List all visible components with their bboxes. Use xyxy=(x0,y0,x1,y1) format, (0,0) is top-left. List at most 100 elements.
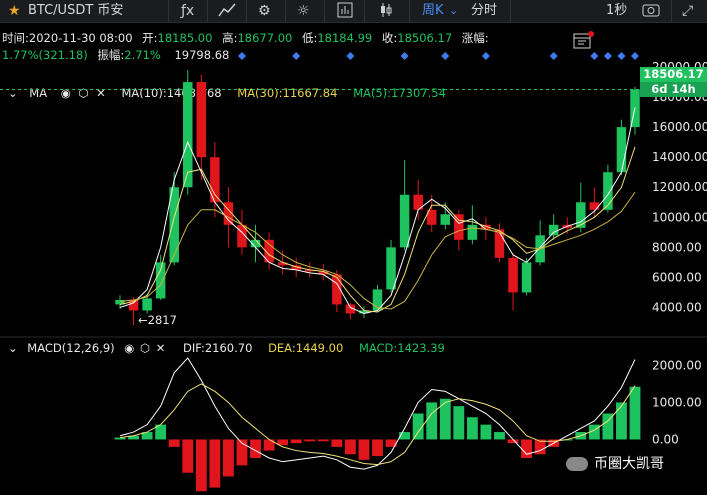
close-icon[interactable]: ✕ xyxy=(96,86,106,100)
settings-icon[interactable]: ⬡ xyxy=(78,86,88,100)
macd-collapse-icon[interactable]: ⌄ xyxy=(8,341,18,355)
candle-body xyxy=(467,224,478,240)
chevron-down-icon[interactable]: ⌄ xyxy=(449,2,458,20)
camera-icon[interactable] xyxy=(642,2,660,23)
event-marker xyxy=(346,52,355,60)
toolbar-divider xyxy=(168,0,169,22)
candle-body xyxy=(291,265,301,270)
candle-body xyxy=(237,224,247,248)
candle-body xyxy=(128,299,139,311)
candle-body xyxy=(264,239,274,263)
macd-label: MACD(12,26,9) xyxy=(27,341,115,355)
candle-body xyxy=(372,289,383,311)
macd-tick-label: 1000.00 xyxy=(652,395,702,409)
ma-label: MA xyxy=(29,86,48,100)
theme-sun-icon[interactable]: ☼ xyxy=(297,2,310,20)
toolbar-divider xyxy=(409,0,410,22)
macd-histogram-bar xyxy=(236,439,248,466)
macd-histogram-bar xyxy=(534,439,546,455)
refresh-interval[interactable]: 1秒 xyxy=(606,2,627,20)
toolbar-divider xyxy=(285,0,286,22)
wechat-icon xyxy=(566,457,588,471)
macd-histogram-bar xyxy=(480,424,492,440)
low-value: 18184.99 xyxy=(317,31,373,45)
macd-histogram-bar xyxy=(223,439,234,477)
macd-histogram-bar xyxy=(548,439,560,447)
ma-line-ma10 xyxy=(119,146,636,313)
candle-body xyxy=(562,224,572,228)
event-marker xyxy=(237,52,246,60)
candle-body xyxy=(142,298,152,311)
macd-histogram-bar xyxy=(290,439,302,444)
price-chart[interactable]: 4000.00 6000.00 8000.00 10000.00 12000.00 140… xyxy=(0,0,707,495)
chart-type-icon[interactable] xyxy=(217,2,237,23)
macd-histogram-bar xyxy=(426,402,438,440)
period-selector[interactable]: 周K xyxy=(422,2,444,20)
calendar-icon[interactable] xyxy=(572,30,596,54)
macd-histogram-bar xyxy=(128,435,139,440)
macd-histogram-bar xyxy=(331,439,343,447)
pair-selector[interactable]: BTC/USDT 币安 xyxy=(28,2,123,20)
star-icon[interactable]: ★ xyxy=(8,2,21,20)
ma-line-ma30 xyxy=(119,191,636,310)
event-marker xyxy=(292,52,301,60)
macd-histogram-bar xyxy=(507,439,519,444)
candle-body xyxy=(508,257,518,293)
candle-body xyxy=(169,187,179,263)
event-marker xyxy=(549,52,558,60)
amplitude-price: 19798.68 xyxy=(174,48,230,62)
settings-icon[interactable]: ⬡ xyxy=(140,341,150,355)
event-marker xyxy=(481,52,490,60)
macd-histogram-bar xyxy=(439,398,451,440)
candle-countdown: 6d 14h xyxy=(640,82,707,97)
time-value: 2020-11-30 08:00 xyxy=(28,31,133,45)
timeshare-button[interactable]: 分时 xyxy=(471,2,497,20)
fullscreen-icon[interactable]: ⤢ xyxy=(682,2,693,20)
macd-histogram-bar xyxy=(195,439,207,492)
candle-body xyxy=(548,224,559,236)
toolbar: ★ BTC/USDT 币安 ƒx ⚙ ☼ 周K ⌄ 分时 1秒 ⤢ xyxy=(0,0,707,23)
watermark: 币圈大凯哥 xyxy=(566,453,664,473)
candle-body xyxy=(332,274,342,305)
gear-icon[interactable]: ⚙ xyxy=(258,2,271,20)
y-tick-label: 8000.00 xyxy=(652,240,702,254)
close-value: 18506.17 xyxy=(397,31,453,45)
macd-histogram-bar xyxy=(561,439,573,441)
candle-body xyxy=(535,235,545,263)
macd-histogram-bar xyxy=(277,439,289,446)
macd-histogram-bar xyxy=(182,439,194,473)
y-tick-label: 6000.00 xyxy=(652,270,702,284)
amplitude-label: 振幅: xyxy=(97,48,125,62)
macd-histogram-bar xyxy=(412,413,424,440)
macd-histogram-bar xyxy=(317,439,329,442)
eye-icon[interactable]: ◉ xyxy=(124,341,134,355)
macd-tick-label: 2000.00 xyxy=(652,358,702,372)
candle-body xyxy=(630,89,640,128)
y-tick-label: 16000.00 xyxy=(652,120,707,134)
candle-body xyxy=(250,239,261,248)
macd-histogram-bar xyxy=(344,439,356,455)
candle-body xyxy=(223,202,234,225)
close-icon[interactable]: ✕ xyxy=(156,341,166,355)
macd-value: MACD:1423.39 xyxy=(358,341,445,355)
macd-histogram-bar xyxy=(385,439,397,447)
eye-icon[interactable]: ◉ xyxy=(61,86,71,100)
macd-histogram-bar xyxy=(521,439,532,458)
candle-icon[interactable] xyxy=(378,2,394,23)
bar-chart-icon[interactable] xyxy=(337,2,353,23)
macd-histogram-bar xyxy=(250,439,261,458)
toolbar-divider xyxy=(510,0,511,22)
open-value: 18185.00 xyxy=(157,31,213,45)
candle-body xyxy=(426,209,437,225)
macd-histogram-bar xyxy=(453,406,465,440)
macd-histogram-bar xyxy=(358,439,370,460)
ma-collapse-icon[interactable]: ⌄ xyxy=(8,86,18,100)
candle-body xyxy=(576,202,586,228)
candle-body xyxy=(603,172,613,210)
fx-indicator-icon[interactable]: ƒx xyxy=(181,2,194,20)
candle-body xyxy=(345,304,356,314)
y-tick-label: 14000.00 xyxy=(652,150,707,164)
toolbar-divider xyxy=(207,0,208,22)
candle-body xyxy=(155,262,166,299)
toolbar-divider xyxy=(671,0,672,22)
